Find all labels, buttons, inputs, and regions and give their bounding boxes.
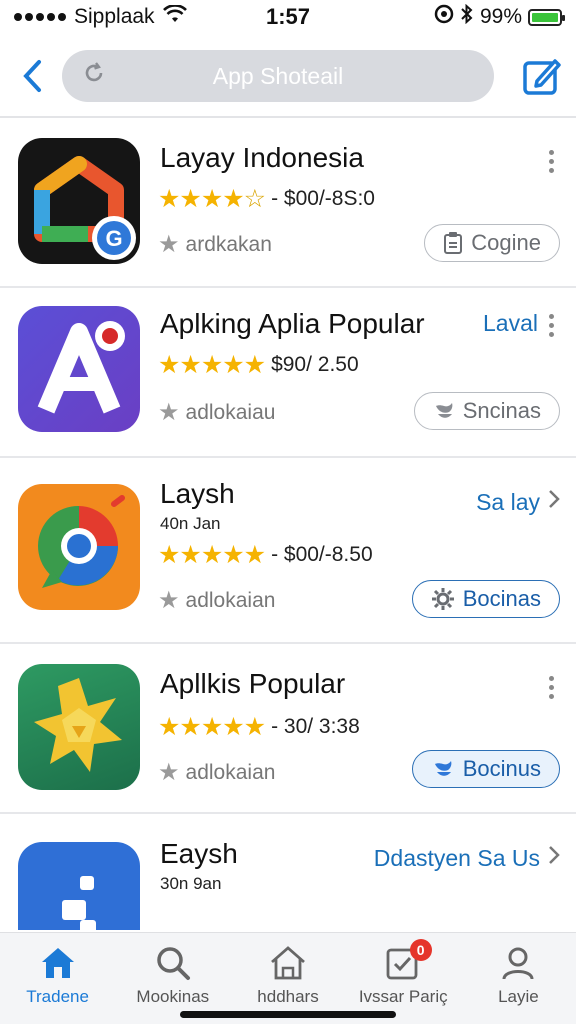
app-price: - 30/ 3:38: [271, 715, 360, 738]
app-price: - $00/-8.50: [271, 543, 373, 566]
star-outline-icon: ★: [158, 231, 180, 258]
app-name: Apllkis Popular: [160, 668, 346, 699]
compose-button[interactable]: [520, 54, 564, 98]
app-name: Layay Indonesia: [160, 142, 364, 173]
tab-label: hddhars: [257, 987, 319, 1006]
star-rating: ★★★★★: [158, 541, 266, 569]
battery-percent: 99%: [479, 5, 522, 28]
clipboard-icon: [444, 232, 463, 254]
see-all-link[interactable]: Sa lay: [476, 488, 560, 516]
rating-row: ★★★★☆ - $00/-8S:0: [158, 184, 375, 214]
battery-level: [532, 12, 558, 22]
rating-row: ★★★★★ - $00/-8.50: [158, 540, 373, 570]
star-rating: ★★★★★: [158, 713, 266, 741]
app-name: Laysh: [160, 478, 235, 509]
tab-profile[interactable]: Layie: [461, 933, 576, 1024]
tab-label: Tradene: [26, 987, 89, 1006]
star-rating: ★★★★★: [158, 351, 266, 379]
get-button-label: Bocinas: [462, 586, 541, 611]
get-button[interactable]: Cogine: [424, 224, 560, 262]
app-name: Eaysh: [160, 838, 238, 869]
home-icon: [41, 948, 74, 978]
tab-label: Mookinas: [136, 987, 210, 1006]
level-link[interactable]: Laval: [483, 310, 538, 337]
app-price: $90/ 2.50: [271, 353, 359, 376]
search-bar[interactable]: [62, 50, 494, 102]
get-button-label: Cogine: [471, 230, 541, 255]
app-subtitle: 30n 9an: [160, 874, 222, 893]
status-time: 1:57: [265, 4, 311, 29]
person-icon: [502, 947, 534, 980]
compose-icon: [523, 59, 561, 95]
tab-label: Layie: [498, 987, 539, 1006]
get-button[interactable]: Bocinas: [411, 580, 560, 618]
back-button[interactable]: [12, 51, 52, 101]
status-bar: Sipplaak 1:57 99%: [0, 0, 576, 34]
bird-icon: [435, 403, 453, 418]
list-item[interactable]: G Layay Indonesia ★★★★☆ - $00/-8S:0 ★ ar…: [0, 118, 576, 288]
list-item[interactable]: Eaysh 30n 9an Ddastyen Sa Us: [0, 814, 576, 930]
search-icon: [157, 947, 190, 980]
tab-home[interactable]: Tradene: [0, 933, 115, 1024]
bluetooth-icon: [460, 3, 474, 30]
star-outline-icon: ★: [158, 587, 180, 614]
svg-text:G: G: [105, 226, 122, 251]
category-label: ardkakan: [185, 232, 272, 256]
more-options-button[interactable]: [546, 676, 556, 699]
tab-label: Ivssar Pariç: [358, 987, 448, 1006]
header: [0, 38, 576, 114]
list-item[interactable]: Aplking Aplia Popular Laval ★★★★★ $90/ 2…: [0, 288, 576, 458]
rating-row: ★★★★★ - 30/ 3:38: [158, 712, 360, 742]
wifi-icon: [162, 4, 187, 29]
carrier-name: Sipplaak: [74, 5, 155, 28]
star-outline-icon: ★: [158, 759, 180, 786]
app-icon: [18, 484, 140, 610]
chevron-right-icon: [548, 488, 560, 516]
category-label: adlokaiau: [185, 400, 276, 424]
chevron-right-icon: [548, 844, 560, 872]
get-button-label: Sncinas: [462, 398, 541, 423]
get-button[interactable]: Sncinas: [413, 392, 560, 430]
category-label: adlokaian: [185, 760, 276, 784]
bird-icon: [434, 761, 452, 776]
app-icon: [18, 664, 140, 790]
search-input[interactable]: [62, 50, 494, 102]
app-icon: [18, 842, 140, 930]
app-name: Aplking Aplia Popular: [160, 308, 425, 339]
gear-icon: [431, 588, 454, 610]
rating-row: ★★★★★ $90/ 2.50: [158, 350, 359, 380]
notification-badge: 0: [409, 939, 432, 961]
category-label: adlokaian: [185, 588, 276, 612]
chevron-left-icon: [23, 60, 41, 92]
get-button-label: Bocinus: [462, 756, 541, 781]
get-button[interactable]: Bocinus: [411, 750, 560, 788]
houses-icon: [271, 946, 305, 980]
app-icon: [18, 306, 140, 432]
see-all-label: Ddastyen Sa Us: [373, 844, 540, 871]
see-all-label: Sa lay: [476, 488, 540, 515]
star-outline-icon: ★: [158, 399, 180, 426]
home-indicator: [180, 1011, 396, 1018]
more-options-button[interactable]: [546, 150, 556, 173]
level-link-label: Laval: [483, 310, 538, 336]
app-category: ★ ardkakan: [158, 230, 272, 259]
alarm-icon: [434, 4, 454, 30]
app-list: G Layay Indonesia ★★★★☆ - $00/-8S:0 ★ ar…: [0, 118, 576, 930]
signal-icon: [14, 13, 66, 21]
star-rating: ★★★★☆: [158, 185, 266, 213]
app-category: ★ adlokaian: [158, 758, 275, 787]
battery-icon: [528, 8, 565, 26]
list-item[interactable]: Apllkis Popular ★★★★★ - 30/ 3:38 ★ adlok…: [0, 644, 576, 814]
more-options-button[interactable]: [546, 314, 556, 337]
app-category: ★ adlokaian: [158, 586, 275, 615]
app-icon: G: [18, 138, 140, 264]
see-all-link[interactable]: Ddastyen Sa Us: [374, 844, 560, 872]
app-category: ★ adlokaiau: [158, 398, 275, 427]
app-subtitle: 40n Jan: [160, 514, 221, 533]
app-price: - $00/-8S:0: [271, 187, 375, 210]
